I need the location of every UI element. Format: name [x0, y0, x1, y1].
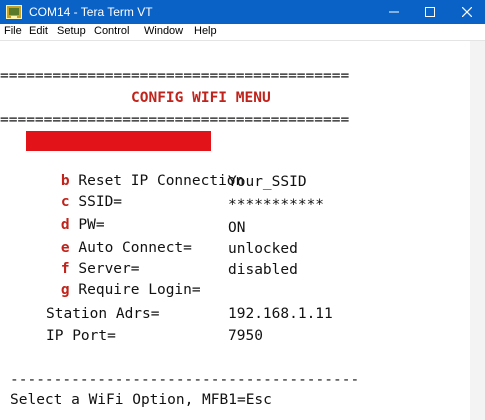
close-button[interactable]	[449, 0, 485, 24]
window-title: COM14 - Tera Term VT	[29, 5, 153, 19]
menu-option-ssid[interactable]: c SSID=	[26, 172, 122, 210]
require-login-value: disabled	[228, 262, 298, 278]
menu-file[interactable]: File	[4, 25, 22, 38]
password-value: ***********	[228, 197, 325, 213]
option-key: g	[60, 282, 70, 298]
teraterm-window: COM14 - Tera Term VT File Edit Setup Con…	[0, 0, 485, 420]
minimize-button[interactable]	[376, 0, 412, 24]
server-value: unlocked	[228, 241, 298, 257]
menu-option-require-login[interactable]: g Require Login=	[26, 260, 201, 298]
menu-bar: File Edit Setup Control Window Help	[0, 24, 485, 41]
ip-port-value: 7950	[228, 328, 263, 344]
menu-option-server[interactable]: f Server=	[26, 239, 140, 277]
menu-help[interactable]: Help	[194, 25, 217, 38]
station-address-value: 192.168.1.11	[228, 306, 333, 322]
close-icon	[462, 7, 472, 17]
scrollbar[interactable]	[470, 41, 485, 420]
menu-setup[interactable]: Setup	[57, 25, 86, 38]
ip-port-label: IP Port=	[46, 328, 116, 344]
teraterm-icon[interactable]	[6, 5, 22, 19]
menu-window[interactable]: Window	[144, 25, 183, 38]
menu-option-auto-connect[interactable]: e Auto Connect=	[26, 218, 192, 256]
maximize-button[interactable]	[412, 0, 448, 24]
menu-option-disconnect-wifi[interactable]: a Disconnect WiFi	[26, 131, 212, 169]
maximize-icon	[425, 7, 435, 17]
single-rule: ----------------------------------------	[10, 372, 360, 388]
menu-control[interactable]: Control	[94, 25, 129, 38]
double-rule-bottom: ========================================	[0, 112, 350, 128]
option-label: Require Login=	[78, 282, 201, 298]
menu-edit[interactable]: Edit	[29, 25, 48, 38]
prompt-line: Select a WiFi Option, MFB1=Esc	[10, 392, 272, 408]
menu-option-reset-ip[interactable]: b Reset IP Connection	[26, 151, 244, 189]
double-rule-top: ========================================	[0, 68, 350, 84]
station-address-label: Station Adrs=	[46, 306, 160, 322]
menu-title: CONFIG WIFI MENU	[131, 90, 271, 106]
title-bar[interactable]: COM14 - Tera Term VT	[0, 0, 485, 24]
menu-option-password[interactable]: d PW=	[26, 195, 105, 233]
auto-connect-value: ON	[228, 220, 246, 236]
ssid-value: Your_SSID	[228, 174, 307, 190]
minimize-icon	[389, 11, 399, 13]
